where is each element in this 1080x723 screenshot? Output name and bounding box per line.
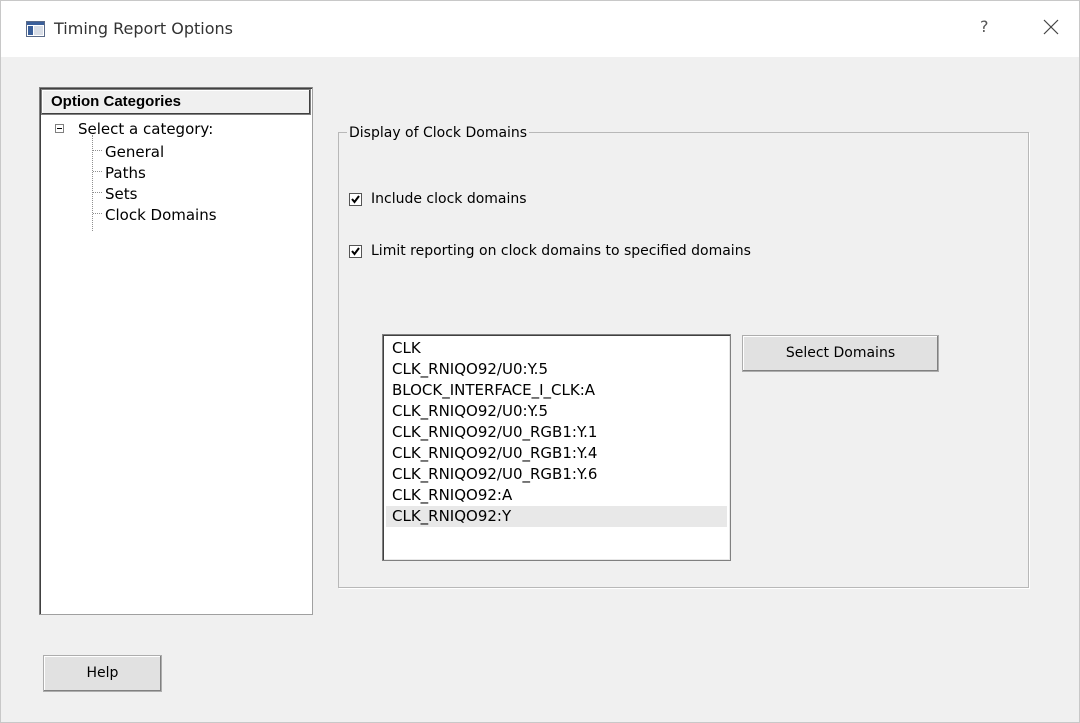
tree-root-label: Select a category:	[78, 120, 214, 138]
context-help-button[interactable]: ?	[980, 17, 989, 36]
tree-item-paths[interactable]: Paths	[105, 164, 146, 182]
select-domains-button[interactable]: Select Domains	[742, 335, 939, 372]
list-item[interactable]: BLOCK_INTERFACE_I_CLK:A	[386, 380, 727, 401]
checkbox-checked-icon[interactable]	[349, 192, 362, 206]
checkbox-checked-icon[interactable]	[349, 244, 362, 258]
tree-item-clock-domains[interactable]: Clock Domains	[105, 206, 217, 224]
tree-connector-line	[93, 192, 102, 193]
tree-item-sets[interactable]: Sets	[105, 185, 137, 203]
category-tree: Select a category: General Paths Sets Cl…	[41, 117, 309, 611]
list-item[interactable]: CLK_RNIQO92/U0:Y.5	[386, 359, 727, 380]
title-bar: Timing Report Options ?	[1, 1, 1079, 57]
include-clock-domains-checkbox[interactable]: Include clock domains	[349, 191, 527, 207]
collapse-expander-icon[interactable]	[55, 124, 64, 133]
help-button[interactable]: Help	[43, 655, 162, 692]
window-title: Timing Report Options	[54, 19, 233, 38]
list-item[interactable]: CLK_RNIQO92/U0_RGB1:Y.1	[386, 422, 727, 443]
list-item[interactable]: CLK_RNIQO92:A	[386, 485, 727, 506]
close-icon[interactable]	[1041, 17, 1061, 37]
groupbox-title: Display of Clock Domains	[347, 125, 530, 141]
limit-reporting-checkbox[interactable]: Limit reporting on clock domains to spec…	[349, 243, 751, 259]
tree-connector-line	[93, 150, 102, 151]
tree-connector-line	[93, 213, 102, 214]
list-item[interactable]: CLK_RNIQO92/U0_RGB1:Y.4	[386, 443, 727, 464]
limit-reporting-label: Limit reporting on clock domains to spec…	[371, 243, 751, 259]
timing-report-options-dialog: Timing Report Options ? Option Categorie…	[0, 0, 1080, 723]
clock-domains-listbox[interactable]: CLK CLK_RNIQO92/U0:Y.5 BLOCK_INTERFACE_I…	[382, 334, 731, 561]
include-clock-domains-label: Include clock domains	[371, 191, 527, 207]
list-item[interactable]: CLK_RNIQO92/U0:Y.5	[386, 401, 727, 422]
list-item-selected[interactable]: CLK_RNIQO92:Y	[386, 506, 727, 527]
category-panel-header: Option Categories	[41, 89, 311, 115]
tree-item-general[interactable]: General	[105, 143, 164, 161]
list-item[interactable]: CLK_RNIQO92/U0_RGB1:Y.6	[386, 464, 727, 485]
app-window-icon	[26, 21, 45, 37]
tree-connector-line	[93, 171, 102, 172]
list-item[interactable]: CLK	[386, 338, 727, 359]
